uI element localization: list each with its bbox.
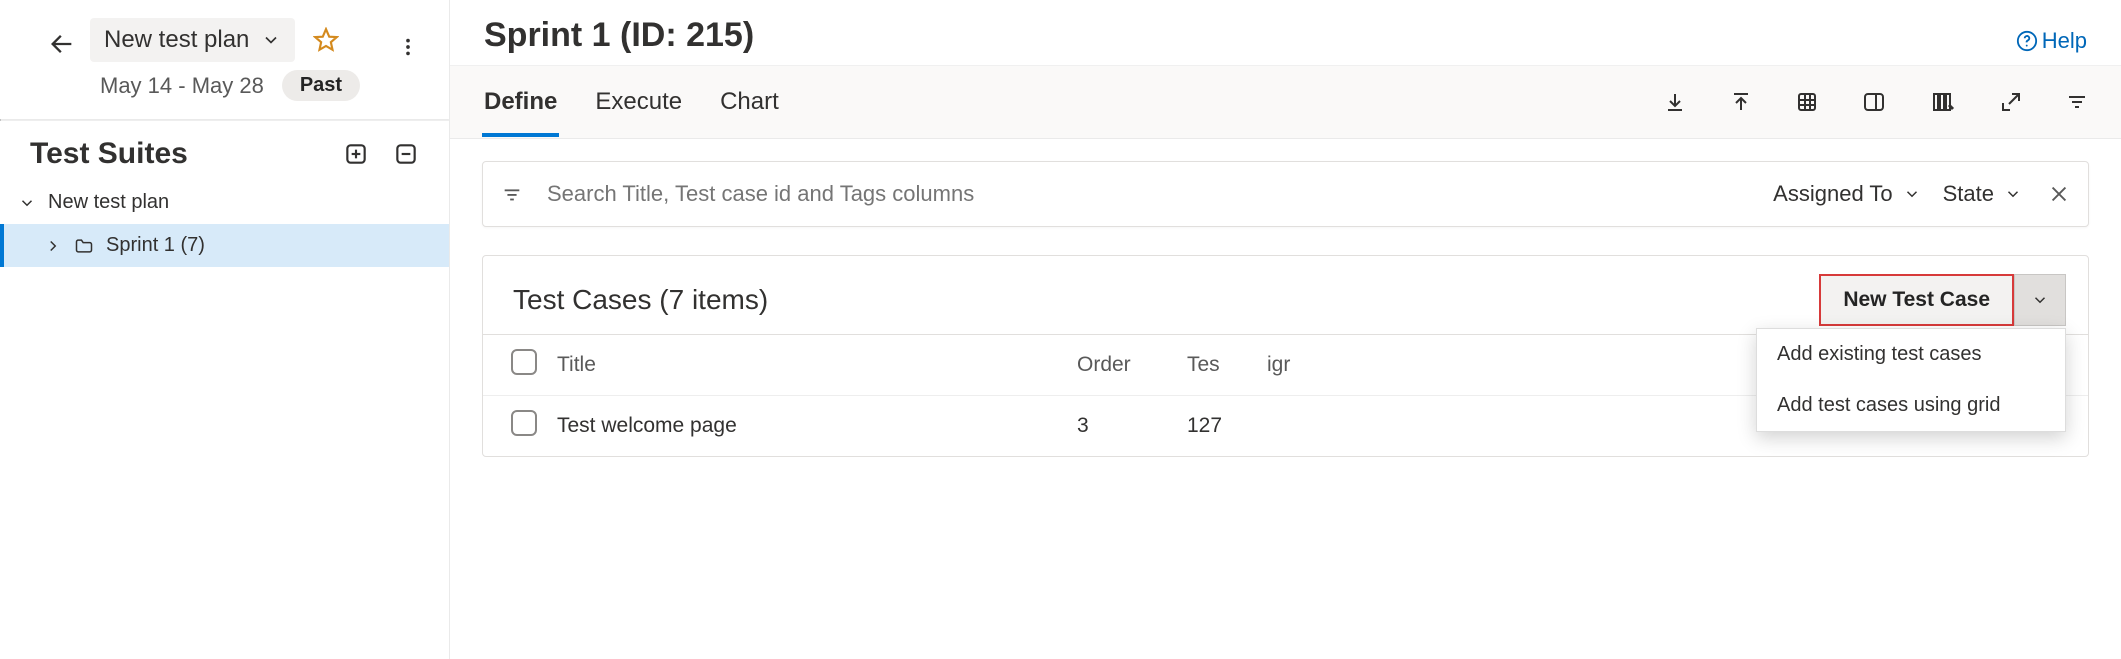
row-order: 3 [1067, 396, 1177, 457]
side-panel-icon[interactable] [1861, 90, 1887, 114]
main-panel: Sprint 1 (ID: 215) Help Define Execute C… [450, 0, 2121, 659]
menu-add-grid[interactable]: Add test cases using grid [1757, 380, 2065, 431]
plan-date-range: May 14 - May 28 [100, 73, 264, 99]
assigned-to-filter[interactable]: Assigned To [1773, 181, 1920, 207]
row-checkbox[interactable] [511, 410, 537, 436]
search-bar: Assigned To State [482, 161, 2089, 227]
column-order[interactable]: Order [1067, 335, 1177, 396]
help-label: Help [2042, 28, 2087, 54]
collapse-all-icon[interactable] [393, 141, 419, 167]
test-suites-heading: Test Suites [30, 137, 188, 171]
grid-icon[interactable] [1795, 90, 1819, 114]
filter-lines-icon[interactable] [501, 183, 523, 205]
back-arrow-icon[interactable] [48, 30, 76, 58]
chevron-right-icon [44, 237, 62, 255]
chevron-down-icon [18, 194, 36, 212]
select-all-checkbox[interactable] [511, 349, 537, 375]
menu-add-existing[interactable]: Add existing test cases [1757, 329, 2065, 380]
folder-icon [74, 236, 94, 256]
clear-filters-icon[interactable] [2048, 183, 2070, 205]
page-title: Sprint 1 (ID: 215) [484, 16, 754, 55]
new-test-case-menu: Add existing test cases Add test cases u… [1756, 328, 2066, 432]
tree-root-label: New test plan [48, 191, 169, 214]
past-badge: Past [282, 70, 360, 101]
tree-child-item[interactable]: Sprint 1 (7) [0, 224, 449, 267]
column-test[interactable]: Tes [1177, 335, 1257, 396]
test-plan-name: New test plan [104, 26, 249, 54]
test-cases-panel: Test Cases (7 items) New Test Case Add e… [482, 255, 2089, 457]
help-link[interactable]: Help [2016, 28, 2087, 54]
expand-all-icon[interactable] [343, 141, 369, 167]
new-test-case-button[interactable]: New Test Case [1819, 274, 2014, 326]
sidebar: New test plan May 14 - May 28 Past Test … [0, 0, 450, 659]
tab-execute[interactable]: Execute [593, 68, 684, 136]
row-title: Test welcome page [547, 396, 1067, 457]
state-filter[interactable]: State [1943, 181, 2022, 207]
new-test-case-dropdown-toggle[interactable] [2014, 274, 2066, 326]
tree-root-item[interactable]: New test plan [0, 181, 449, 224]
upload-icon[interactable] [1729, 90, 1753, 114]
tree-child-label: Sprint 1 (7) [106, 234, 205, 257]
fullscreen-icon[interactable] [1999, 90, 2023, 114]
tab-define[interactable]: Define [482, 68, 559, 136]
column-title[interactable]: Title [547, 335, 1067, 396]
test-cases-heading: Test Cases (7 items) [513, 284, 768, 316]
download-icon[interactable] [1663, 90, 1687, 114]
filter-icon[interactable] [2065, 90, 2089, 114]
columns-edit-icon[interactable] [1929, 90, 1957, 114]
search-input[interactable] [545, 180, 1751, 208]
star-icon[interactable] [313, 27, 339, 53]
chevron-down-icon [261, 30, 281, 50]
tab-chart[interactable]: Chart [718, 68, 781, 136]
more-menu-icon[interactable] [397, 36, 419, 58]
test-plan-selector[interactable]: New test plan [90, 18, 295, 62]
row-test: 127 [1177, 396, 1257, 457]
